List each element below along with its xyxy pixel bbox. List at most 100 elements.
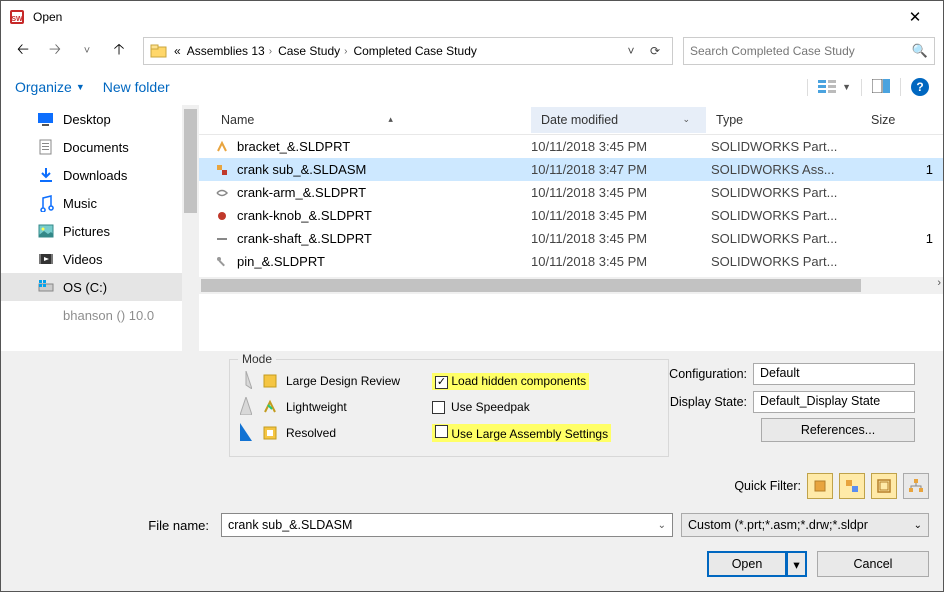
up-button[interactable]: 🡡 — [105, 38, 133, 64]
music-icon — [37, 194, 55, 212]
assembly-icon — [211, 163, 233, 177]
file-list-area: Name▴ Date modified⌄ Type Size bracket_&… — [199, 105, 943, 351]
column-type[interactable]: Type — [706, 107, 861, 133]
chevron-down-icon: ▼ — [76, 82, 85, 92]
quick-filter-row: Quick Filter: — [15, 473, 929, 499]
file-row[interactable]: pin_&.SLDPRT10/11/2018 3:45 PMSOLIDWORKS… — [199, 250, 943, 273]
sidebar-item-network[interactable]: bhanson () 10.0 — [1, 301, 199, 329]
address-bar[interactable]: « Assemblies 13› Case Study› Completed C… — [143, 37, 673, 65]
mode-groupbox: Mode Large Design Review ✓ Load hidden c… — [229, 359, 669, 457]
mode-option-ldr[interactable]: Large Design Review — [286, 374, 400, 388]
file-row[interactable]: crank-arm_&.SLDPRT10/11/2018 3:45 PMSOLI… — [199, 181, 943, 204]
sidebar-item-desktop[interactable]: Desktop — [1, 105, 199, 133]
crumb-3[interactable]: Completed Case Study — [353, 44, 476, 58]
column-name[interactable]: Name▴ — [211, 107, 531, 133]
titlebar: SW Open ✕ — [1, 1, 943, 33]
triangle-icon-selected — [240, 423, 254, 444]
filename-label: File name: — [15, 518, 213, 533]
sidebar-item-music[interactable]: Music — [1, 189, 199, 217]
references-button[interactable]: References... — [761, 418, 915, 442]
lower-panel: Mode Large Design Review ✓ Load hidden c… — [1, 351, 943, 591]
sidebar-item-downloads[interactable]: Downloads — [1, 161, 199, 189]
mode-option-resolved[interactable]: Resolved — [286, 426, 336, 440]
downloads-icon — [37, 166, 55, 184]
open-button[interactable]: Open — [707, 551, 787, 577]
sidebar-item-documents[interactable]: Documents — [1, 133, 199, 161]
part-icon — [211, 255, 233, 269]
part-icon — [211, 209, 233, 223]
folder-icon — [150, 42, 168, 60]
organize-button[interactable]: Organize ▼ — [15, 79, 85, 95]
triangle-icon — [240, 397, 254, 418]
display-state-label: Display State: — [657, 395, 753, 409]
filetype-select[interactable]: Custom (*.prt;*.asm;*.drw;*.sldpr⌄ — [681, 513, 929, 537]
checkbox-large-assembly[interactable] — [435, 425, 448, 438]
cancel-button[interactable]: Cancel — [817, 551, 929, 577]
window-title: Open — [33, 10, 62, 24]
column-size[interactable]: Size — [861, 107, 901, 133]
address-dropdown[interactable]: ˅ — [620, 39, 642, 63]
sidebar: Desktop Documents Downloads Music Pictur… — [1, 105, 199, 351]
toolbar: Organize ▼ New folder ▼ ? — [1, 69, 943, 105]
lightweight-icon — [262, 399, 278, 415]
sort-asc-icon: ▴ — [388, 114, 393, 125]
recent-dropdown[interactable]: ˅ — [73, 38, 101, 64]
sidebar-item-pictures[interactable]: Pictures — [1, 217, 199, 245]
search-icon: 🔍 — [912, 43, 928, 59]
filter-toplevel-button[interactable] — [903, 473, 929, 499]
open-dialog: SW Open ✕ 🡠 🡢 ˅ 🡡 « Assemblies 13› Case … — [0, 0, 944, 592]
videos-icon — [37, 250, 55, 268]
column-date[interactable]: Date modified⌄ — [531, 107, 706, 133]
forward-button[interactable]: 🡢 — [41, 38, 69, 64]
checkbox-speedpak[interactable] — [432, 401, 445, 414]
view-mode-icon[interactable] — [818, 79, 836, 96]
large-design-icon — [262, 373, 278, 389]
crumb-1[interactable]: Assemblies 13› — [187, 44, 272, 58]
filename-input[interactable]: crank sub_&.SLDASM⌄ — [221, 513, 673, 537]
chevron-down-icon: ⌄ — [658, 520, 666, 531]
sidebar-item-videos[interactable]: Videos — [1, 245, 199, 273]
mode-legend: Mode — [238, 352, 276, 366]
configuration-select[interactable]: Default — [753, 363, 915, 385]
dialog-buttons: Open ▾ Cancel — [15, 551, 929, 577]
file-row[interactable]: crank-shaft_&.SLDPRT10/11/2018 3:45 PMSO… — [199, 227, 943, 250]
file-list: bracket_&.SLDPRT10/11/2018 3:45 PMSOLIDW… — [199, 135, 943, 273]
file-row-selected[interactable]: crank sub_&.SLDASM10/11/2018 3:47 PMSOLI… — [199, 158, 943, 181]
sidebar-scrollbar[interactable] — [182, 105, 199, 351]
help-button[interactable]: ? — [911, 78, 929, 96]
drive-icon — [37, 306, 55, 324]
filename-row: File name: crank sub_&.SLDASM⌄ Custom (*… — [15, 513, 929, 537]
file-row[interactable]: bracket_&.SLDPRT10/11/2018 3:45 PMSOLIDW… — [199, 135, 943, 158]
part-icon — [211, 186, 233, 200]
horizontal-scrollbar[interactable]: › — [199, 277, 943, 294]
crumb-2[interactable]: Case Study› — [278, 44, 347, 58]
filter-drawings-button[interactable] — [871, 473, 897, 499]
search-placeholder: Search Completed Case Study — [690, 44, 855, 58]
refresh-button[interactable]: ⟳ — [644, 39, 666, 63]
file-row[interactable]: crank-knob_&.SLDPRT10/11/2018 3:45 PMSOL… — [199, 204, 943, 227]
drive-icon — [37, 278, 55, 296]
triangle-icon — [240, 371, 254, 392]
display-state-select[interactable]: Default_Display State — [753, 391, 915, 413]
back-button[interactable]: 🡠 — [9, 38, 37, 64]
chevron-right-icon: › — [344, 46, 347, 57]
checkbox-load-hidden[interactable]: ✓ — [435, 376, 448, 389]
configuration-label: Configuration: — [657, 367, 753, 381]
part-icon — [211, 232, 233, 246]
mode-option-lightweight[interactable]: Lightweight — [286, 400, 347, 414]
filter-assemblies-button[interactable] — [839, 473, 865, 499]
app-icon: SW — [9, 9, 25, 25]
config-area: Configuration:Default Display State:Defa… — [657, 359, 915, 443]
quick-filter-label: Quick Filter: — [734, 479, 801, 493]
close-button[interactable]: ✕ — [895, 3, 935, 31]
svg-text:SW: SW — [11, 16, 23, 23]
open-dropdown[interactable]: ▾ — [787, 551, 807, 577]
sidebar-item-os-c[interactable]: OS (C:) — [1, 273, 199, 301]
documents-icon — [37, 138, 55, 156]
new-folder-button[interactable]: New folder — [103, 79, 170, 95]
view-dropdown[interactable]: ▼ — [842, 82, 851, 92]
preview-pane-icon[interactable] — [872, 79, 890, 96]
search-input[interactable]: Search Completed Case Study 🔍 — [683, 37, 935, 65]
crumb-root[interactable]: « — [174, 44, 181, 58]
filter-parts-button[interactable] — [807, 473, 833, 499]
